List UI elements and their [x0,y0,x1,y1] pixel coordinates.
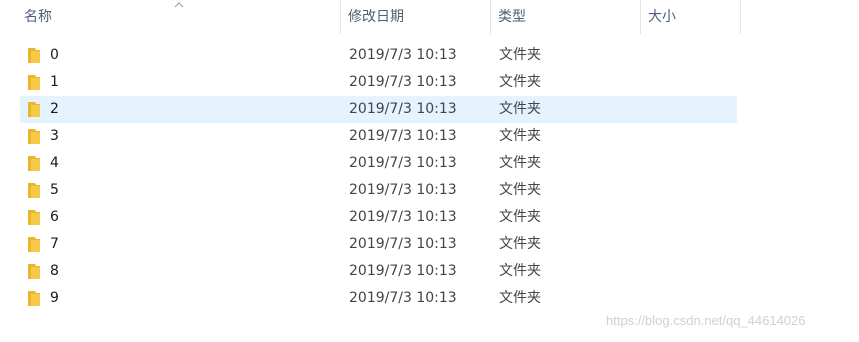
file-type: 文件夹 [499,47,541,63]
file-type: 文件夹 [499,128,541,144]
folder-icon [28,183,40,198]
column-header-size[interactable]: 大小 [641,0,741,34]
file-modified-date: 2019/7/3 10:13 [349,182,457,198]
file-modified-date: 2019/7/3 10:13 [349,155,457,171]
file-type: 文件夹 [499,209,541,225]
folder-icon [28,48,40,63]
file-row[interactable]: 1 2019/7/3 10:13 文件夹 [20,69,737,96]
file-type: 文件夹 [499,101,541,117]
file-name: 1 [50,74,59,90]
file-type: 文件夹 [499,155,541,171]
folder-icon [28,291,40,306]
folder-icon [28,210,40,225]
file-modified-date: 2019/7/3 10:13 [349,263,457,279]
folder-icon [28,75,40,90]
column-header-size-label: 大小 [648,9,676,25]
file-row[interactable]: 2 2019/7/3 10:13 文件夹 [20,96,737,123]
file-type: 文件夹 [499,182,541,198]
column-header-type[interactable]: 类型 [491,0,641,34]
file-row[interactable]: 0 2019/7/3 10:13 文件夹 [20,42,737,69]
column-header-bar: 名称 修改日期 类型 大小 [0,0,859,34]
sort-ascending-icon [174,2,184,8]
file-row[interactable]: 9 2019/7/3 10:13 文件夹 [20,285,737,312]
watermark: https://blog.csdn.net/qq_44614026 [606,313,806,328]
folder-icon [28,237,40,252]
column-header-name-label: 名称 [24,9,52,25]
folder-icon [28,129,40,144]
file-name: 8 [50,263,59,279]
file-row[interactable]: 3 2019/7/3 10:13 文件夹 [20,123,737,150]
file-name: 9 [50,290,59,306]
file-modified-date: 2019/7/3 10:13 [349,47,457,63]
file-modified-date: 2019/7/3 10:13 [349,74,457,90]
file-modified-date: 2019/7/3 10:13 [349,101,457,117]
file-name: 2 [50,101,59,117]
file-row[interactable]: 8 2019/7/3 10:13 文件夹 [20,258,737,285]
file-name: 0 [50,47,59,63]
file-modified-date: 2019/7/3 10:13 [349,128,457,144]
file-row[interactable]: 7 2019/7/3 10:13 文件夹 [20,231,737,258]
file-modified-date: 2019/7/3 10:13 [349,236,457,252]
folder-icon [28,156,40,171]
file-row[interactable]: 5 2019/7/3 10:13 文件夹 [20,177,737,204]
file-name: 5 [50,182,59,198]
column-header-type-label: 类型 [498,9,526,25]
file-row[interactable]: 4 2019/7/3 10:13 文件夹 [20,150,737,177]
file-type: 文件夹 [499,74,541,90]
file-row[interactable]: 6 2019/7/3 10:13 文件夹 [20,204,737,231]
file-modified-date: 2019/7/3 10:13 [349,290,457,306]
file-name: 6 [50,209,59,225]
folder-icon [28,264,40,279]
file-type: 文件夹 [499,290,541,306]
file-type: 文件夹 [499,263,541,279]
column-header-date-label: 修改日期 [348,9,404,25]
column-header-date[interactable]: 修改日期 [341,0,491,34]
file-type: 文件夹 [499,236,541,252]
file-name: 3 [50,128,59,144]
folder-icon [28,102,40,117]
file-modified-date: 2019/7/3 10:13 [349,209,457,225]
file-name: 7 [50,236,59,252]
file-name: 4 [50,155,59,171]
